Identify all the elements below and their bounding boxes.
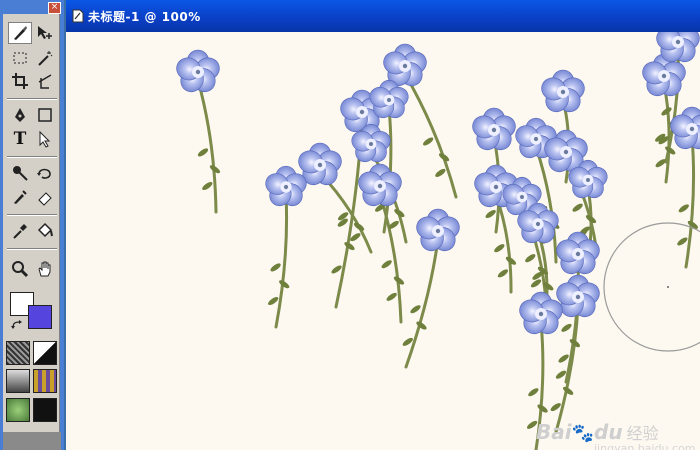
brush-icon	[14, 26, 27, 40]
mask-mode-thumb[interactable]	[6, 341, 30, 365]
paw-icon: 🐾	[571, 423, 595, 444]
toolbox-close-button[interactable]: ×	[48, 2, 61, 14]
history-brush-tool[interactable]	[33, 162, 57, 184]
marquee-tool[interactable]	[8, 47, 32, 69]
path-select-icon	[39, 130, 51, 148]
paint-bucket-icon	[37, 222, 53, 238]
document-title: 未标题-1 @ 100%	[88, 10, 201, 24]
document-icon	[72, 9, 84, 23]
pen-icon	[15, 108, 25, 122]
type-icon: T	[13, 129, 27, 149]
move-icon	[38, 26, 52, 39]
hand-tool[interactable]	[33, 258, 57, 280]
eyedropper-icon	[13, 224, 27, 239]
art-brush-tool[interactable]	[8, 186, 32, 208]
brush-cursor-outline	[603, 222, 700, 352]
image-canvas[interactable]: Bai🐾du 经验 jingyan.baidu.com	[66, 32, 700, 450]
rectangle-icon	[38, 108, 52, 122]
background-color-swatch[interactable]	[28, 305, 52, 329]
paint-bucket-tool[interactable]	[33, 220, 57, 242]
toolbox-separator	[7, 98, 57, 100]
brush-tool[interactable]	[8, 22, 32, 44]
pen-tool[interactable]	[8, 104, 32, 126]
magic-wand-icon	[38, 51, 53, 66]
marquee-icon	[13, 52, 27, 64]
hand-icon	[38, 261, 51, 277]
eyedropper-tool[interactable]	[8, 220, 32, 242]
crop-tool[interactable]	[8, 70, 32, 92]
eraser-icon	[38, 192, 52, 206]
full-screen-mode-thumb[interactable]	[6, 398, 30, 422]
zoom-tool[interactable]	[8, 258, 32, 280]
toolbox-body: T	[3, 14, 60, 432]
art-brush-icon	[14, 190, 27, 204]
toolbox-panel: × T	[0, 0, 64, 450]
swap-colors-icon[interactable]	[11, 320, 23, 332]
baidu-jingyan-watermark: Bai🐾du 经验 jingyan.baidu.com	[536, 420, 696, 450]
healing-tool[interactable]	[8, 162, 32, 184]
path-select-tool[interactable]	[33, 128, 57, 150]
document-window: 未标题-1 @ 100% Bai🐾du 经验 jingyan.baidu.com	[66, 0, 700, 450]
full-screen-menu-mode-thumb[interactable]	[33, 369, 57, 393]
quick-mask-thumb[interactable]	[33, 341, 57, 365]
flower-artwork	[176, 32, 700, 450]
slice-icon	[38, 74, 52, 89]
rectangle-tool[interactable]	[33, 104, 57, 126]
jump-to-imageready-thumb[interactable]	[33, 398, 57, 422]
toolbox-footer	[3, 432, 61, 450]
toolbox-separator	[7, 214, 57, 216]
eraser-tool[interactable]	[33, 186, 57, 208]
zoom-icon	[12, 261, 29, 278]
magic-wand-tool[interactable]	[33, 47, 57, 69]
healing-brush-icon	[13, 166, 28, 181]
document-titlebar[interactable]: 未标题-1 @ 100%	[66, 0, 700, 32]
move-tool[interactable]	[33, 22, 57, 44]
standard-screen-mode-thumb[interactable]	[6, 369, 30, 393]
slice-tool[interactable]	[33, 70, 57, 92]
crop-icon	[12, 73, 28, 89]
toolbox-separator	[7, 156, 57, 158]
toolbox-separator	[7, 248, 57, 250]
type-tool[interactable]: T	[8, 128, 32, 150]
history-brush-icon	[37, 168, 51, 179]
